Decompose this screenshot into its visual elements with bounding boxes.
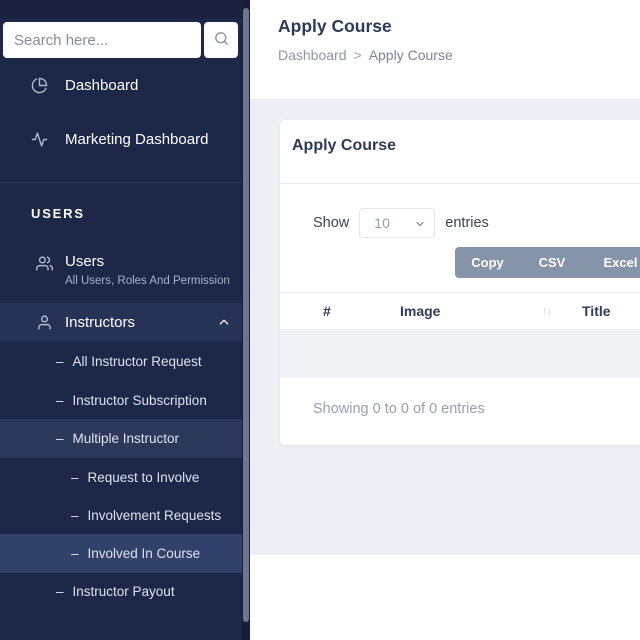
sidebar-item-label: Users: [65, 253, 230, 270]
sidebar-item-subtitle: All Users, Roles And Permission: [65, 275, 230, 287]
sidebar-divider: [0, 182, 242, 183]
dash-bullet: –: [71, 508, 79, 523]
users-icon: [36, 255, 53, 272]
page-length-control: Show 10 entries: [313, 208, 489, 238]
table-header-row: # Image ↑↓ Title: [280, 292, 640, 330]
sidebar-item-instructors[interactable]: Instructors: [0, 303, 242, 341]
page-size-select[interactable]: 10: [359, 208, 435, 238]
sidebar-subitem-request-to-involve[interactable]: – Request to Involve: [0, 458, 242, 497]
subitem-label: All Instructor Request: [73, 354, 202, 369]
sidebar-subitem-all-instructor-request[interactable]: – All Instructor Request: [0, 342, 242, 381]
dash-bullet: –: [56, 431, 64, 446]
search-icon: [213, 30, 230, 50]
sidebar-scrollbar-track[interactable]: [242, 0, 250, 640]
content-area: Apply Course Show 10 entries Copy CSV Ex…: [250, 100, 640, 555]
content-bottom-spacer: [250, 555, 640, 640]
sidebar-subitem-involved-in-course[interactable]: – Involved In Course: [0, 534, 242, 573]
export-button-group: Copy CSV Excel: [455, 247, 640, 278]
page-title: Apply Course: [278, 16, 392, 37]
excel-button[interactable]: Excel: [584, 247, 640, 278]
dash-bullet: –: [71, 546, 79, 561]
page-size-value: 10: [374, 215, 390, 231]
sidebar-item-users[interactable]: Users All Users, Roles And Permission: [0, 243, 242, 301]
page-header: Apply Course Dashboard > Apply Course: [250, 0, 640, 100]
card-divider: [280, 183, 640, 184]
subitem-label: Instructor Payout: [73, 584, 175, 599]
table-empty-row: [280, 330, 640, 378]
csv-button[interactable]: CSV: [520, 247, 584, 278]
subitem-label: Request to Involve: [88, 470, 200, 485]
card-title: Apply Course: [292, 137, 396, 155]
breadcrumb: Dashboard > Apply Course: [278, 47, 453, 63]
chevron-down-icon: [414, 218, 426, 230]
sidebar-item-marketing-dashboard[interactable]: Marketing Dashboard: [0, 120, 242, 158]
sidebar-item-dashboard[interactable]: Dashboard: [0, 66, 242, 104]
table-info-text: Showing 0 to 0 of 0 entries: [313, 401, 485, 417]
subitem-label: Instructor Subscription: [73, 393, 207, 408]
breadcrumb-dashboard[interactable]: Dashboard: [278, 47, 347, 63]
sidebar-item-label: Marketing Dashboard: [65, 131, 208, 148]
dash-bullet: –: [56, 354, 64, 369]
sidebar-subitem-instructor-payout[interactable]: – Instructor Payout: [0, 572, 242, 611]
dash-bullet: –: [71, 470, 79, 485]
dash-bullet: –: [56, 584, 64, 599]
sidebar-search: [3, 22, 241, 58]
pie-chart-icon: [31, 77, 48, 94]
breadcrumb-current: Apply Course: [369, 47, 453, 63]
sidebar-subitem-instructor-subscription[interactable]: – Instructor Subscription: [0, 381, 242, 420]
sidebar-subitem-multiple-instructor[interactable]: – Multiple Instructor: [0, 419, 242, 458]
sidebar: Dashboard Marketing Dashboard USERS User…: [0, 0, 242, 640]
column-header-title[interactable]: Title: [582, 293, 611, 329]
apply-course-card: Apply Course Show 10 entries Copy CSV Ex…: [280, 120, 640, 445]
chevron-up-icon: [217, 315, 231, 329]
dash-bullet: –: [56, 393, 64, 408]
subitem-label: Involved In Course: [88, 546, 201, 561]
search-button[interactable]: [204, 22, 238, 58]
entries-label: entries: [445, 215, 489, 231]
column-header-number[interactable]: #: [323, 293, 331, 329]
subitem-label: Multiple Instructor: [73, 431, 180, 446]
sidebar-scrollbar-thumb[interactable]: [243, 8, 249, 622]
sidebar-top-strip: [0, 0, 242, 18]
show-label: Show: [313, 215, 349, 231]
sidebar-subitem-involvement-requests[interactable]: – Involvement Requests: [0, 496, 242, 535]
breadcrumb-separator: >: [354, 47, 362, 63]
subitem-label: Involvement Requests: [88, 508, 222, 523]
search-input[interactable]: [3, 22, 201, 58]
column-header-image[interactable]: Image: [400, 293, 440, 329]
sidebar-item-label: Dashboard: [65, 77, 138, 94]
sort-icon[interactable]: ↑↓: [542, 293, 551, 329]
copy-button[interactable]: Copy: [455, 247, 520, 278]
activity-icon: [31, 131, 48, 148]
sidebar-item-label: Instructors: [65, 314, 135, 331]
user-icon: [36, 314, 53, 331]
sidebar-section-users: USERS: [31, 206, 85, 221]
